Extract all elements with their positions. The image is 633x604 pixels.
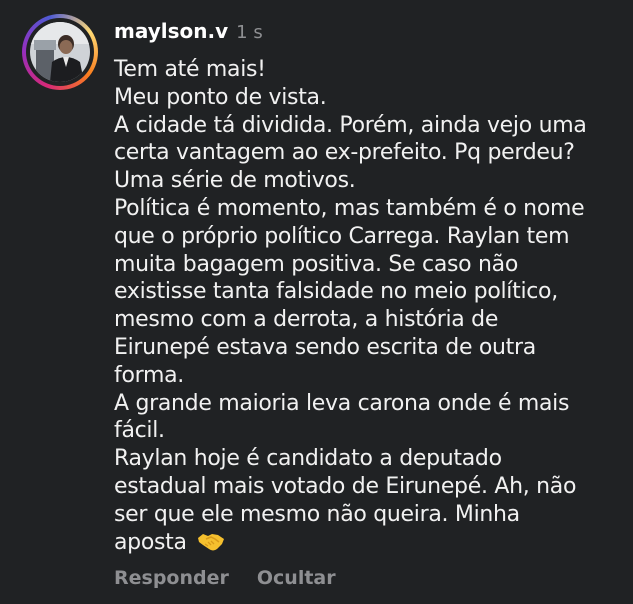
comment-actions: Responder Ocultar (114, 567, 336, 589)
comment-header: maylson.v 1 s (114, 19, 263, 47)
avatar-story-ring[interactable] (22, 14, 98, 90)
comment-line: Eirunepé estava sendo escrita de outra (114, 334, 536, 360)
comment-line: Política é momento, mas também é o nome (114, 195, 585, 221)
comment-line: aposta (114, 529, 187, 555)
comment-line-last: aposta (114, 529, 619, 560)
comment-line: forma. (114, 362, 184, 388)
comment-line: ser que ele mesmo não queira. Minha (114, 501, 520, 527)
comment-line: que o próprio político Carrega. Raylan t… (114, 223, 570, 249)
avatar[interactable] (26, 18, 94, 86)
comment-line: mesmo com a derrota, a história de (114, 307, 499, 333)
comment-line: Uma série de motivos. (114, 168, 356, 194)
comment-line: existisse tanta falsidade no meio políti… (114, 279, 558, 305)
timestamp: 1 s (236, 22, 263, 43)
reply-button[interactable]: Responder (114, 567, 229, 589)
comment-line: Tem até mais! (114, 57, 266, 82)
comment-line: certa vantagem ao ex-prefeito. Pq perdeu… (114, 140, 575, 166)
comment-line: Raylan hoje é candidato a deputado (114, 446, 502, 472)
handshake-emoji-icon (197, 530, 225, 560)
comment-line: estadual mais votado de Eirunepé. Ah, nã… (114, 473, 577, 499)
comment-line: Meu ponto de vista. (114, 84, 327, 110)
comment-line: A cidade tá dividida. Porém, ainda vejo … (114, 112, 587, 138)
avatar-photo (30, 22, 90, 82)
comment-line: fácil. (114, 418, 165, 444)
username[interactable]: maylson.v (114, 19, 228, 43)
comment-text: Tem até mais! Meu ponto de vista. A cida… (114, 56, 619, 559)
comment-line: A grande maioria leva carona onde é mais (114, 390, 570, 416)
comment-line: muita bagagem positiva. Se caso não (114, 251, 518, 277)
hide-button[interactable]: Ocultar (257, 567, 336, 589)
